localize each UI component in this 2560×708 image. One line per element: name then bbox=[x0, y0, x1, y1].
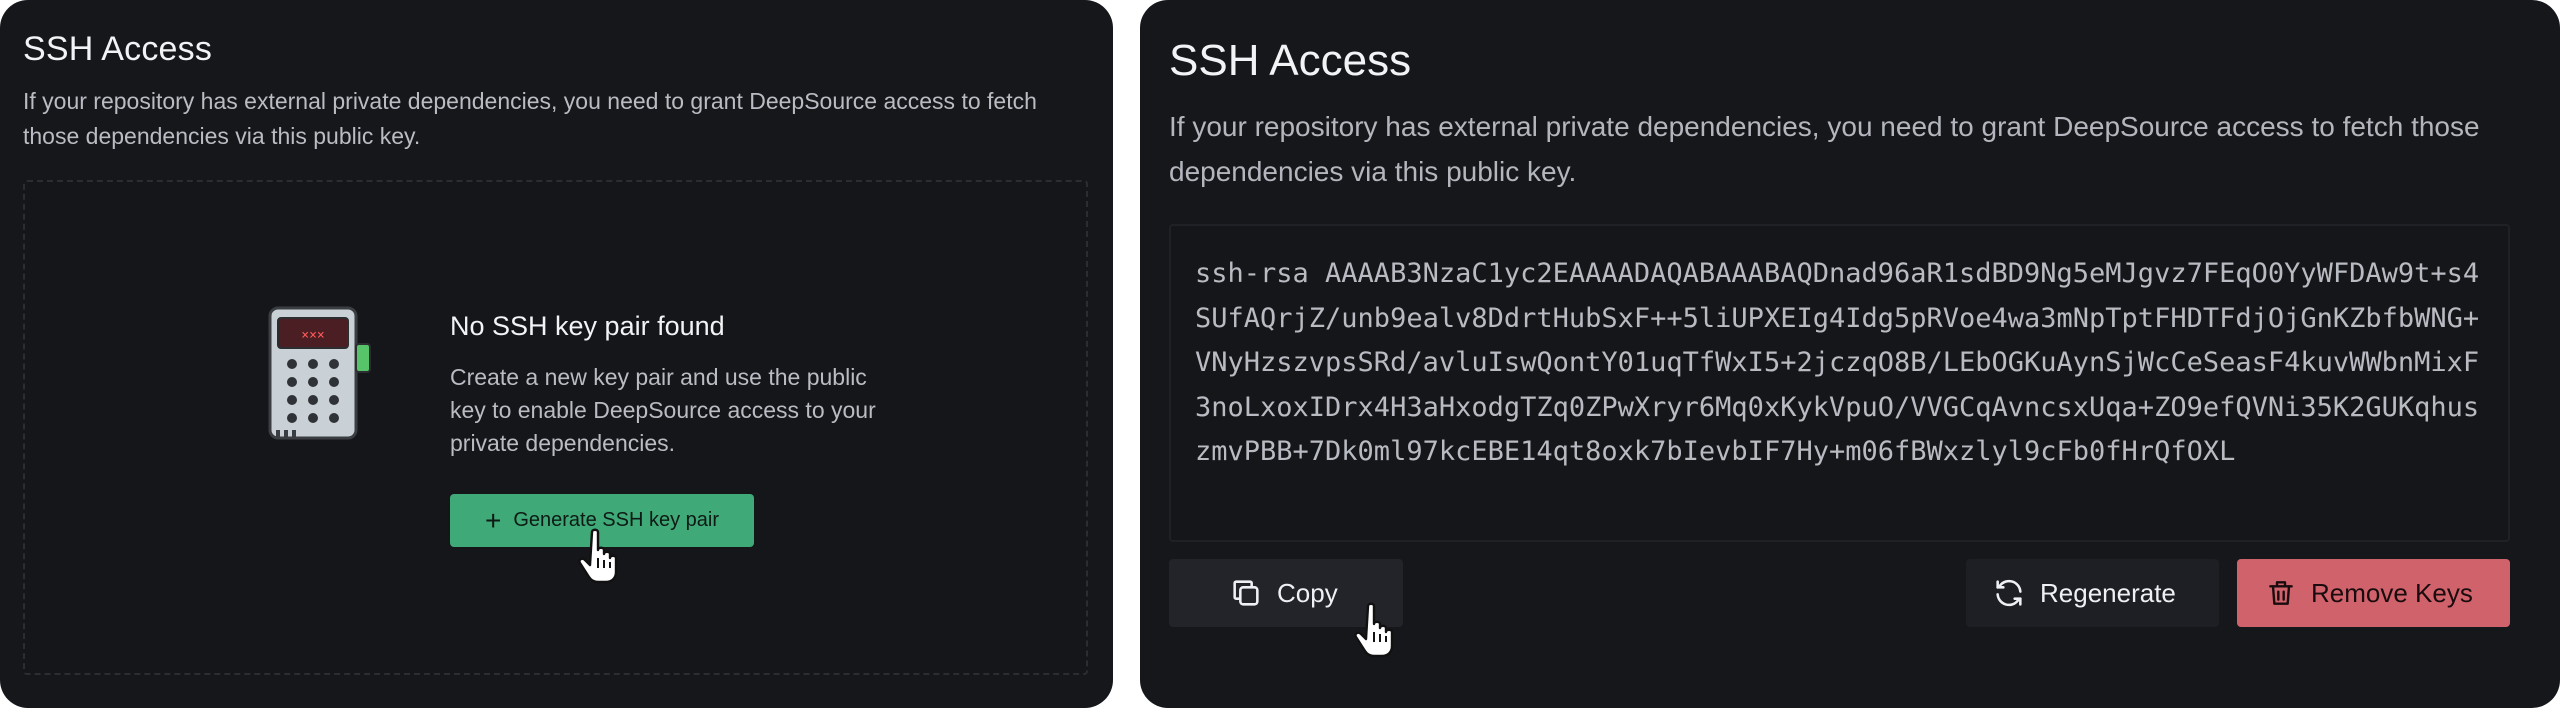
public-key-box[interactable]: ssh-rsa AAAAB3NzaC1yc2EAAAADAQABAAABAQDn… bbox=[1169, 224, 2510, 542]
regenerate-button[interactable]: Regenerate bbox=[1966, 559, 2219, 627]
remove-keys-button-label: Remove Keys bbox=[2311, 577, 2473, 608]
keypad-lock-icon: ××× bbox=[268, 306, 371, 440]
remove-keys-button[interactable]: Remove Keys bbox=[2237, 559, 2510, 627]
hand-cursor-icon bbox=[1354, 602, 1394, 658]
copy-icon bbox=[1233, 580, 1259, 606]
refresh-icon bbox=[1996, 579, 2022, 607]
public-key-text[interactable]: ssh-rsa AAAAB3NzaC1yc2EAAAADAQABAAABAQDn… bbox=[1195, 252, 2484, 475]
plus-icon: + bbox=[484, 504, 502, 536]
copy-button-label: Copy bbox=[1277, 577, 1338, 608]
panel-title: SSH Access bbox=[1169, 36, 1412, 85]
panel-title: SSH Access bbox=[23, 30, 213, 68]
regenerate-button-label: Regenerate bbox=[2040, 577, 2176, 608]
svg-text:×××: ××× bbox=[301, 328, 324, 343]
trash-icon bbox=[2269, 581, 2293, 605]
ssh-access-key-panel: SSH Access If your repository has extern… bbox=[1140, 0, 2560, 708]
panel-description: If your repository has external private … bbox=[23, 88, 1037, 149]
hand-cursor-icon bbox=[578, 528, 618, 584]
empty-state-description: Create a new key pair and use the public… bbox=[450, 364, 876, 456]
ssh-access-empty-panel: SSH Access If your repository has extern… bbox=[0, 0, 1113, 708]
panel-description: If your repository has external private … bbox=[1169, 111, 2480, 187]
empty-state-title: No SSH key pair found bbox=[450, 311, 725, 341]
